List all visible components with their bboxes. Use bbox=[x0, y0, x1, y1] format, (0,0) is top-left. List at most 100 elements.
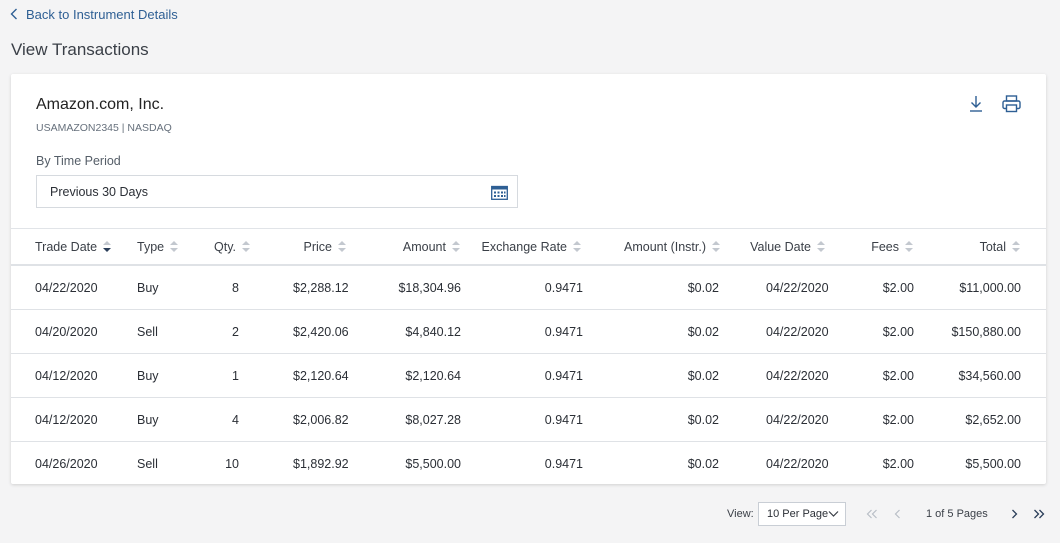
table-row: 04/12/2020 Buy 1 $2,120.64 $2,120.64 0.9… bbox=[11, 354, 1046, 398]
cell-fees: $2.00 bbox=[882, 368, 914, 383]
sort-icon bbox=[1012, 240, 1021, 253]
cell-amount-instr: $0.02 bbox=[687, 456, 719, 471]
cell-price: $2,420.06 bbox=[293, 324, 349, 339]
cell-qty: 4 bbox=[232, 412, 239, 427]
chevron-right-icon bbox=[1011, 509, 1017, 519]
cell-fees: $2.00 bbox=[882, 412, 914, 427]
cell-amount: $2,120.64 bbox=[405, 368, 461, 383]
cell-trade-date: 04/12/2020 bbox=[35, 368, 98, 383]
column-header-trade-date[interactable]: Trade Date bbox=[35, 229, 125, 264]
cell-trade-date: 04/22/2020 bbox=[35, 280, 98, 295]
column-label: Fees bbox=[871, 239, 899, 254]
column-label: Price bbox=[303, 239, 332, 254]
per-page-select[interactable]: 10 Per Page bbox=[758, 502, 846, 526]
column-label: Qty. bbox=[214, 239, 236, 254]
cell-qty: 2 bbox=[232, 324, 239, 339]
back-link-label: Back to Instrument Details bbox=[26, 6, 178, 22]
per-page-value: 10 Per Page bbox=[767, 508, 829, 520]
column-label: Trade Date bbox=[35, 239, 98, 254]
chevron-left-icon bbox=[10, 8, 17, 20]
column-label: Exchange Rate bbox=[481, 239, 567, 254]
cell-trade-date: 04/26/2020 bbox=[35, 456, 98, 471]
column-label: Amount (Instr.) bbox=[624, 239, 706, 254]
cell-trade-date: 04/20/2020 bbox=[35, 324, 98, 339]
download-icon[interactable] bbox=[969, 95, 983, 113]
column-header-value-date[interactable]: Value Date bbox=[736, 229, 826, 264]
time-period-label: By Time Period bbox=[36, 154, 121, 168]
chevron-left-icon bbox=[894, 509, 900, 519]
cell-price: $2,006.82 bbox=[293, 412, 349, 427]
sort-icon bbox=[452, 240, 461, 253]
page-title: View Transactions bbox=[11, 40, 149, 59]
transactions-card: Amazon.com, Inc. USAMAZON2345 | NASDAQ B… bbox=[11, 74, 1046, 484]
instrument-identifier: USAMAZON2345 | NASDAQ bbox=[36, 122, 172, 134]
sort-icon bbox=[170, 240, 179, 253]
first-page-button[interactable] bbox=[862, 503, 882, 525]
cell-qty: 10 bbox=[225, 456, 239, 471]
cell-exchange-rate: 0.9471 bbox=[544, 324, 583, 339]
cell-amount: $4,840.12 bbox=[405, 324, 461, 339]
cell-price: $2,288.12 bbox=[293, 280, 349, 295]
cell-price: $2,120.64 bbox=[293, 368, 349, 383]
calendar-icon[interactable] bbox=[491, 185, 508, 200]
table-body: 04/22/2020 Buy 8 $2,288.12 $18,304.96 0.… bbox=[11, 266, 1046, 485]
view-per-page-label: View: bbox=[727, 508, 754, 520]
cell-value-date: 04/22/2020 bbox=[766, 324, 829, 339]
cell-fees: $2.00 bbox=[882, 456, 914, 471]
column-header-qty[interactable]: Qty. bbox=[214, 229, 251, 264]
print-icon[interactable] bbox=[1002, 95, 1021, 113]
column-label: Value Date bbox=[750, 239, 811, 254]
table-row: 04/20/2020 Sell 2 $2,420.06 $4,840.12 0.… bbox=[11, 310, 1046, 354]
sort-descending-icon bbox=[103, 240, 112, 253]
cell-amount: $18,304.96 bbox=[398, 280, 461, 295]
column-label: Total bbox=[979, 239, 1006, 254]
cell-value-date: 04/22/2020 bbox=[766, 412, 829, 427]
table-row: 04/12/2020 Buy 4 $2,006.82 $8,027.28 0.9… bbox=[11, 398, 1046, 442]
last-page-button[interactable] bbox=[1029, 503, 1049, 525]
cell-amount-instr: $0.02 bbox=[687, 368, 719, 383]
transactions-table: Trade Date Type Qty. Price Amount Exchan… bbox=[11, 228, 1046, 485]
back-to-instrument-details-link[interactable]: Back to Instrument Details bbox=[10, 5, 178, 23]
double-chevron-left-icon bbox=[866, 509, 877, 519]
cell-exchange-rate: 0.9471 bbox=[544, 412, 583, 427]
instrument-name: Amazon.com, Inc. bbox=[36, 96, 165, 113]
time-period-select[interactable]: Previous 30 Days bbox=[36, 175, 518, 208]
column-label: Type bbox=[137, 239, 165, 254]
time-period-value: Previous 30 Days bbox=[50, 185, 148, 199]
sort-icon bbox=[242, 240, 251, 253]
cell-fees: $2.00 bbox=[882, 324, 914, 339]
chevron-down-icon bbox=[828, 511, 839, 517]
cell-value-date: 04/22/2020 bbox=[766, 456, 829, 471]
cell-exchange-rate: 0.9471 bbox=[544, 456, 583, 471]
column-header-exchange-rate[interactable]: Exchange Rate bbox=[471, 229, 582, 264]
next-page-button[interactable] bbox=[1004, 503, 1024, 525]
page-indicator: 1 of 5 Pages bbox=[926, 508, 988, 520]
cell-value-date: 04/22/2020 bbox=[766, 368, 829, 383]
cell-exchange-rate: 0.9471 bbox=[544, 368, 583, 383]
previous-page-button[interactable] bbox=[887, 503, 907, 525]
cell-total: $150,880.00 bbox=[951, 324, 1021, 339]
sort-icon bbox=[905, 240, 914, 253]
cell-total: $5,500.00 bbox=[965, 456, 1021, 471]
sort-icon bbox=[573, 240, 582, 253]
cell-total: $2,652.00 bbox=[965, 412, 1021, 427]
column-header-type[interactable]: Type bbox=[137, 229, 192, 264]
table-row: 04/22/2020 Buy 8 $2,288.12 $18,304.96 0.… bbox=[11, 266, 1046, 310]
cell-amount-instr: $0.02 bbox=[687, 324, 719, 339]
column-header-amount[interactable]: Amount bbox=[361, 229, 461, 264]
sort-icon bbox=[817, 240, 826, 253]
table-header: Trade Date Type Qty. Price Amount Exchan… bbox=[11, 228, 1046, 266]
cell-amount: $8,027.28 bbox=[405, 412, 461, 427]
column-header-amount-instr[interactable]: Amount (Instr.) bbox=[606, 229, 721, 264]
cell-qty: 1 bbox=[232, 368, 239, 383]
column-header-fees[interactable]: Fees bbox=[851, 229, 914, 264]
cell-amount: $5,500.00 bbox=[405, 456, 461, 471]
column-header-total[interactable]: Total bbox=[931, 229, 1021, 264]
cell-exchange-rate: 0.9471 bbox=[544, 280, 583, 295]
column-header-price[interactable]: Price bbox=[261, 229, 347, 264]
cell-total: $11,000.00 bbox=[959, 280, 1021, 295]
cell-trade-date: 04/12/2020 bbox=[35, 412, 98, 427]
table-row: 04/26/2020 Sell 10 $1,892.92 $5,500.00 0… bbox=[11, 442, 1046, 485]
sort-icon bbox=[712, 240, 721, 253]
cell-fees: $2.00 bbox=[882, 280, 914, 295]
